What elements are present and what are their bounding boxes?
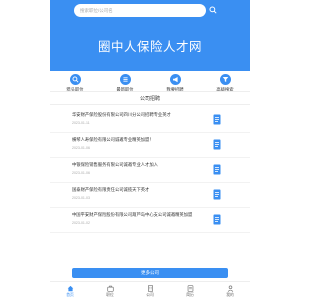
tab-label: 首页	[66, 293, 74, 297]
more-companies-button[interactable]: 更多公司	[72, 268, 228, 278]
home-icon	[67, 285, 73, 292]
document-icon	[213, 114, 221, 125]
search-placeholder: 搜索职位/公司名	[80, 7, 113, 13]
search-button[interactable]	[208, 5, 218, 15]
more-companies-label: 更多公司	[141, 270, 159, 275]
job-title[interactable]: 横琴人寿保险有限公司诚邀专业精英加盟！	[72, 137, 217, 143]
building-icon	[147, 285, 153, 292]
user-icon	[227, 285, 233, 292]
tab-label: 我的	[226, 293, 234, 297]
list-item[interactable]: 华安财产保险股份有限公司四川分公司招聘专业英才 2023-01-11	[50, 108, 250, 133]
job-title[interactable]: 中国平安财产保险股份有限公司葫芦岛中心支公司诚邀精英加盟	[72, 212, 217, 218]
hero-banner: 搜索职位/公司名 圈中人保险人才网	[50, 0, 250, 71]
section-header: 公司招聘	[50, 91, 250, 105]
search-input[interactable]: 搜索职位/公司名	[74, 4, 206, 17]
megaphone-icon	[169, 74, 181, 85]
job-date: 2023-01-02	[72, 221, 90, 225]
tab-profile[interactable]: 我的	[215, 282, 245, 300]
list-item[interactable]: 横琴人寿保险有限公司诚邀专业精英加盟！ 2023-01-06	[50, 133, 250, 158]
job-date: 2023-01-06	[72, 171, 90, 175]
tab-companies[interactable]: 公司	[135, 282, 165, 300]
job-title[interactable]: 华安财产保险股份有限公司四川分公司招聘专业英才	[72, 112, 217, 118]
job-list: 华安财产保险股份有限公司四川分公司招聘专业英才 2023-01-11 横琴人寿保…	[50, 108, 250, 233]
search-icon	[69, 74, 81, 85]
briefcase-icon	[106, 285, 114, 292]
tab-label: 简历	[186, 293, 194, 297]
document-icon	[213, 214, 221, 225]
bottom-tab-bar: 首页 职位 公司 简历 我的	[50, 281, 250, 300]
list-item[interactable]: 中国平安财产保险股份有限公司葫芦岛中心支公司诚邀精英加盟 2023-01-02	[50, 208, 250, 233]
tab-home[interactable]: 首页	[55, 282, 85, 300]
section-title: 公司招聘	[139, 95, 160, 102]
document-icon	[213, 189, 221, 200]
tab-jobs[interactable]: 职位	[95, 282, 125, 300]
job-title[interactable]: 中银保险销售服务有限公司诚邀专业人才加入	[72, 162, 217, 168]
list-item[interactable]: 中银保险销售服务有限公司诚邀专业人才加入 2023-01-06	[50, 158, 250, 183]
tab-resume[interactable]: 简历	[175, 282, 205, 300]
list-icon	[119, 74, 131, 85]
job-date: 2023-01-11	[72, 121, 90, 125]
list-item[interactable]: 国泰财产保险有限责任公司诚揽天下英才 2023-01-03	[50, 183, 250, 208]
tab-label: 职位	[106, 293, 114, 297]
mobile-page: 搜索职位/公司名 圈中人保险人才网 猎头职位 最新职位 我要招聘 高级搜索 公司…	[50, 0, 250, 300]
tab-label: 公司	[146, 293, 154, 297]
job-date: 2023-01-03	[72, 196, 90, 200]
job-title[interactable]: 国泰财产保险有限责任公司诚揽天下英才	[72, 187, 217, 193]
document-icon	[213, 139, 221, 150]
document-icon	[213, 164, 221, 175]
search-icon	[209, 6, 217, 14]
resume-icon	[187, 285, 193, 292]
job-date: 2023-01-06	[72, 146, 90, 150]
filter-icon	[219, 74, 231, 85]
site-title: 圈中人保险人才网	[97, 40, 202, 54]
